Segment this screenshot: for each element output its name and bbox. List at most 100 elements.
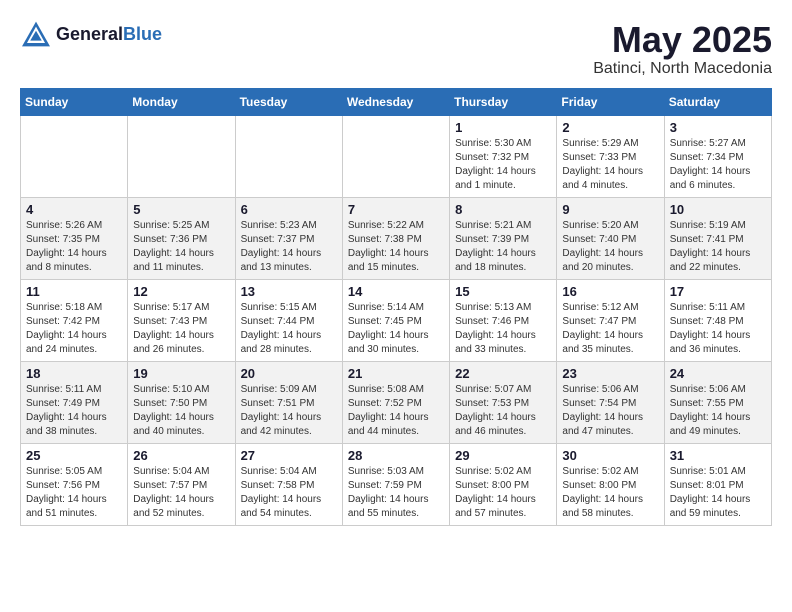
day-info: Sunrise: 5:06 AM Sunset: 7:54 PM Dayligh…: [562, 383, 658, 439]
calendar-week-3: 11 Sunrise: 5:18 AM Sunset: 7:42 PM Dayli…: [21, 279, 772, 361]
calendar-cell: 10 Sunrise: 5:19 AM Sunset: 7:41 PM Dayli…: [664, 197, 771, 279]
calendar-cell: 7 Sunrise: 5:22 AM Sunset: 7:38 PM Daylig…: [342, 197, 449, 279]
calendar-header-row: SundayMondayTuesdayWednesdayThursdayFrid…: [21, 88, 772, 115]
day-info: Sunrise: 5:27 AM Sunset: 7:34 PM Dayligh…: [670, 137, 766, 193]
calendar-week-5: 25 Sunrise: 5:05 AM Sunset: 7:56 PM Dayli…: [21, 443, 772, 525]
day-info: Sunrise: 5:25 AM Sunset: 7:36 PM Dayligh…: [133, 219, 229, 275]
day-info: Sunrise: 5:02 AM Sunset: 8:00 PM Dayligh…: [562, 465, 658, 521]
calendar-cell: 29Sunrise: 5:02 AM Sunset: 8:00 PM Dayli…: [450, 443, 557, 525]
page-header: GeneralBlue May 2025 Batinci, North Mace…: [20, 20, 772, 78]
day-header-friday: Friday: [557, 88, 664, 115]
calendar-cell: 8 Sunrise: 5:21 AM Sunset: 7:39 PM Daylig…: [450, 197, 557, 279]
day-info: Sunrise: 5:17 AM Sunset: 7:43 PM Dayligh…: [133, 301, 229, 357]
day-info: Sunrise: 5:19 AM Sunset: 7:41 PM Dayligh…: [670, 219, 766, 275]
day-number: 16: [562, 284, 658, 299]
day-number: 10: [670, 202, 766, 217]
calendar-cell: 24 Sunrise: 5:06 AM Sunset: 7:55 PM Dayli…: [664, 361, 771, 443]
calendar-table: SundayMondayTuesdayWednesdayThursdayFrid…: [20, 88, 772, 526]
day-info: Sunrise: 5:02 AM Sunset: 8:00 PM Dayligh…: [455, 465, 551, 521]
calendar-cell: 30 Sunrise: 5:02 AM Sunset: 8:00 PM Dayli…: [557, 443, 664, 525]
day-info: Sunrise: 5:13 AM Sunset: 7:46 PM Dayligh…: [455, 301, 551, 357]
day-number: 1: [455, 120, 551, 135]
day-header-monday: Monday: [128, 88, 235, 115]
title-block: May 2025 Batinci, North Macedonia: [593, 20, 772, 78]
day-info: Sunrise: 5:30 AM Sunset: 7:32 PM Dayligh…: [455, 137, 551, 193]
calendar-cell: 14Sunrise: 5:14 AM Sunset: 7:45 PM Dayli…: [342, 279, 449, 361]
calendar-cell: 2Sunrise: 5:29 AM Sunset: 7:33 PM Daylig…: [557, 115, 664, 197]
calendar-cell: 27 Sunrise: 5:04 AM Sunset: 7:58 PM Dayli…: [235, 443, 342, 525]
day-info: Sunrise: 5:05 AM Sunset: 7:56 PM Dayligh…: [26, 465, 122, 521]
day-header-sunday: Sunday: [21, 88, 128, 115]
calendar-cell: 19 Sunrise: 5:10 AM Sunset: 7:50 PM Dayli…: [128, 361, 235, 443]
calendar-week-1: 1 Sunrise: 5:30 AM Sunset: 7:32 PM Daylig…: [21, 115, 772, 197]
day-info: Sunrise: 5:01 AM Sunset: 8:01 PM Dayligh…: [670, 465, 766, 521]
day-header-saturday: Saturday: [664, 88, 771, 115]
day-info: Sunrise: 5:07 AM Sunset: 7:53 PM Dayligh…: [455, 383, 551, 439]
calendar-cell: 13Sunrise: 5:15 AM Sunset: 7:44 PM Dayli…: [235, 279, 342, 361]
day-number: 30: [562, 448, 658, 463]
calendar-cell: 4 Sunrise: 5:26 AM Sunset: 7:35 PM Daylig…: [21, 197, 128, 279]
calendar-cell: 3Sunrise: 5:27 AM Sunset: 7:34 PM Daylig…: [664, 115, 771, 197]
day-number: 24: [670, 366, 766, 381]
day-number: 12: [133, 284, 229, 299]
calendar-cell: 31 Sunrise: 5:01 AM Sunset: 8:01 PM Dayli…: [664, 443, 771, 525]
day-info: Sunrise: 5:08 AM Sunset: 7:52 PM Dayligh…: [348, 383, 444, 439]
day-info: Sunrise: 5:04 AM Sunset: 7:58 PM Dayligh…: [241, 465, 337, 521]
day-number: 9: [562, 202, 658, 217]
month-title: May 2025: [593, 20, 772, 60]
day-number: 18: [26, 366, 122, 381]
calendar-week-4: 18Sunrise: 5:11 AM Sunset: 7:49 PM Dayli…: [21, 361, 772, 443]
day-number: 27: [241, 448, 337, 463]
calendar-cell: 1 Sunrise: 5:30 AM Sunset: 7:32 PM Daylig…: [450, 115, 557, 197]
day-number: 22: [455, 366, 551, 381]
logo-text-blue: Blue: [123, 24, 162, 44]
calendar-cell: 18Sunrise: 5:11 AM Sunset: 7:49 PM Dayli…: [21, 361, 128, 443]
day-info: Sunrise: 5:09 AM Sunset: 7:51 PM Dayligh…: [241, 383, 337, 439]
day-number: 31: [670, 448, 766, 463]
day-number: 20: [241, 366, 337, 381]
day-header-wednesday: Wednesday: [342, 88, 449, 115]
calendar-cell: 22 Sunrise: 5:07 AM Sunset: 7:53 PM Dayli…: [450, 361, 557, 443]
day-number: 26: [133, 448, 229, 463]
calendar-cell: 17Sunrise: 5:11 AM Sunset: 7:48 PM Dayli…: [664, 279, 771, 361]
calendar-cell: [235, 115, 342, 197]
day-number: 5: [133, 202, 229, 217]
day-number: 15: [455, 284, 551, 299]
location-subtitle: Batinci, North Macedonia: [593, 60, 772, 78]
day-info: Sunrise: 5:10 AM Sunset: 7:50 PM Dayligh…: [133, 383, 229, 439]
day-number: 23: [562, 366, 658, 381]
day-info: Sunrise: 5:18 AM Sunset: 7:42 PM Dayligh…: [26, 301, 122, 357]
logo: GeneralBlue: [20, 20, 162, 48]
calendar-cell: 12 Sunrise: 5:17 AM Sunset: 7:43 PM Dayli…: [128, 279, 235, 361]
calendar-cell: [21, 115, 128, 197]
day-number: 13: [241, 284, 337, 299]
day-number: 11: [26, 284, 122, 299]
calendar-cell: 15 Sunrise: 5:13 AM Sunset: 7:46 PM Dayli…: [450, 279, 557, 361]
day-info: Sunrise: 5:06 AM Sunset: 7:55 PM Dayligh…: [670, 383, 766, 439]
day-info: Sunrise: 5:22 AM Sunset: 7:38 PM Dayligh…: [348, 219, 444, 275]
day-number: 4: [26, 202, 122, 217]
logo-text-general: General: [56, 24, 123, 44]
calendar-cell: 26Sunrise: 5:04 AM Sunset: 7:57 PM Dayli…: [128, 443, 235, 525]
calendar-cell: 9Sunrise: 5:20 AM Sunset: 7:40 PM Daylig…: [557, 197, 664, 279]
day-number: 2: [562, 120, 658, 135]
day-info: Sunrise: 5:26 AM Sunset: 7:35 PM Dayligh…: [26, 219, 122, 275]
day-number: 8: [455, 202, 551, 217]
calendar-cell: 16Sunrise: 5:12 AM Sunset: 7:47 PM Dayli…: [557, 279, 664, 361]
calendar-cell: 5 Sunrise: 5:25 AM Sunset: 7:36 PM Daylig…: [128, 197, 235, 279]
day-info: Sunrise: 5:23 AM Sunset: 7:37 PM Dayligh…: [241, 219, 337, 275]
day-number: 19: [133, 366, 229, 381]
calendar-cell: 11 Sunrise: 5:18 AM Sunset: 7:42 PM Dayli…: [21, 279, 128, 361]
calendar-cell: [128, 115, 235, 197]
day-info: Sunrise: 5:21 AM Sunset: 7:39 PM Dayligh…: [455, 219, 551, 275]
calendar-cell: 23 Sunrise: 5:06 AM Sunset: 7:54 PM Dayli…: [557, 361, 664, 443]
logo-icon: [20, 20, 52, 48]
day-number: 7: [348, 202, 444, 217]
day-number: 14: [348, 284, 444, 299]
calendar-cell: 21Sunrise: 5:08 AM Sunset: 7:52 PM Dayli…: [342, 361, 449, 443]
day-number: 25: [26, 448, 122, 463]
calendar-cell: 6Sunrise: 5:23 AM Sunset: 7:37 PM Daylig…: [235, 197, 342, 279]
calendar-cell: [342, 115, 449, 197]
day-number: 28: [348, 448, 444, 463]
day-header-thursday: Thursday: [450, 88, 557, 115]
